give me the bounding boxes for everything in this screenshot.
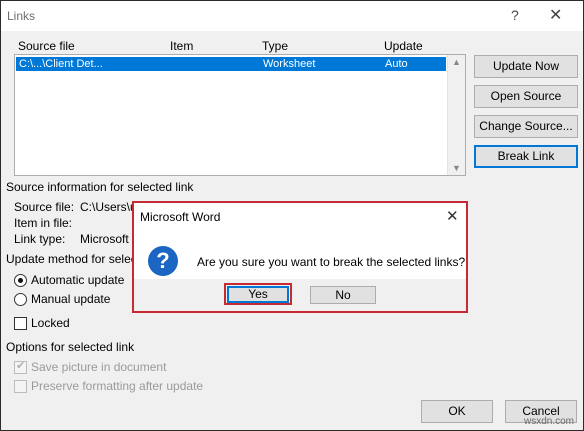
break-link-button[interactable]: Break Link [474, 145, 578, 168]
scroll-down-icon[interactable]: ▼ [452, 163, 461, 173]
header-update[interactable]: Update [384, 39, 423, 53]
scroll-up-icon[interactable]: ▲ [452, 57, 461, 67]
row-update: Auto [385, 58, 408, 70]
message-button-area: Yes No [134, 279, 466, 311]
check-icon: ✔ [16, 360, 26, 372]
header-type[interactable]: Type [262, 39, 288, 53]
locked-label[interactable]: Locked [31, 316, 70, 330]
locked-checkbox[interactable] [14, 317, 27, 330]
manual-update-radio[interactable] [14, 293, 27, 306]
title-bar: Links ? ✕ [1, 1, 583, 31]
source-info-heading: Source information for selected link [6, 180, 194, 194]
message-text: Are you sure you want to break the selec… [197, 255, 466, 269]
update-method-heading: Update method for selec [6, 252, 137, 266]
source-file-value: C:\Users\u [80, 200, 137, 214]
save-picture-checkbox: ✔ [14, 360, 27, 374]
help-icon[interactable]: ? [511, 7, 519, 23]
close-icon[interactable]: ✕ [549, 5, 562, 25]
automatic-update-label[interactable]: Automatic update [31, 273, 124, 287]
link-type-value: Microsoft [80, 232, 129, 246]
open-source-button[interactable]: Open Source [474, 85, 578, 108]
links-list[interactable]: C:\...\Client Det... Worksheet Auto ▲ ▼ [14, 54, 466, 176]
row-source-file: C:\...\Client Det... [19, 58, 103, 70]
automatic-update-radio[interactable] [14, 274, 27, 287]
confirm-message-box: Microsoft Word ✕ ? Are you sure you want… [132, 201, 468, 313]
save-picture-label: Save picture in document [31, 360, 167, 374]
source-file-label: Source file: [14, 200, 75, 214]
message-close-icon[interactable]: ✕ [446, 207, 459, 225]
options-heading: Options for selected link [6, 340, 135, 354]
preserve-formatting-checkbox [14, 380, 27, 393]
yes-button[interactable]: Yes [227, 286, 289, 303]
row-type: Worksheet [263, 58, 316, 70]
list-scrollbar[interactable]: ▲ ▼ [447, 55, 465, 175]
question-icon: ? [148, 246, 178, 276]
no-button[interactable]: No [310, 286, 376, 304]
update-now-button[interactable]: Update Now [474, 55, 578, 78]
header-source-file[interactable]: Source file [18, 39, 75, 53]
item-in-file-label: Item in file: [14, 216, 73, 230]
preserve-formatting-label: Preserve formatting after update [31, 379, 204, 393]
window-title: Links [7, 9, 36, 23]
ok-button[interactable]: OK [421, 400, 493, 423]
change-source-button[interactable]: Change Source... [474, 115, 578, 138]
manual-update-label[interactable]: Manual update [31, 292, 110, 306]
link-row-selected[interactable]: C:\...\Client Det... Worksheet Auto [16, 57, 446, 71]
watermark: wsxdn.com [524, 416, 575, 427]
message-box-title: Microsoft Word [140, 210, 221, 224]
header-item[interactable]: Item [170, 39, 193, 53]
link-type-label: Link type: [14, 232, 66, 246]
